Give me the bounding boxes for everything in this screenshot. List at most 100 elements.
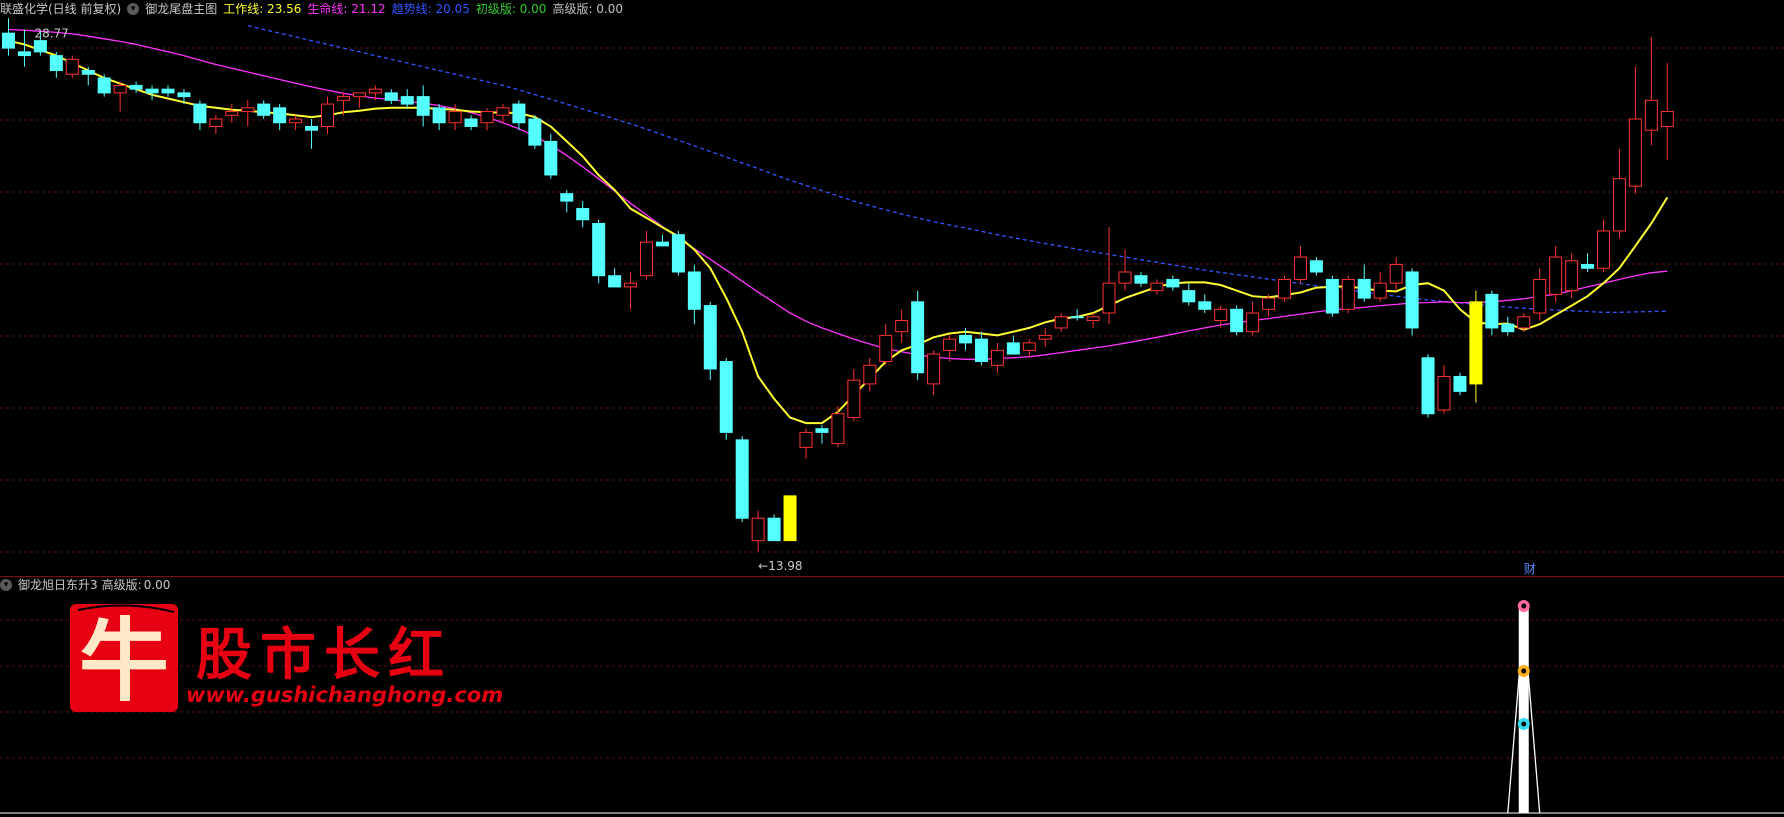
candle-body (17, 51, 31, 57)
candle (799, 428, 813, 459)
candle-body (544, 140, 558, 176)
candle (911, 290, 925, 381)
candle-body (640, 241, 653, 277)
candle-body (464, 118, 478, 127)
candle-body (911, 301, 925, 374)
candle (432, 104, 446, 131)
candle-body (735, 439, 749, 519)
candle-body (719, 361, 733, 433)
candle-body (1182, 290, 1196, 303)
annotation-1: ←13.98 (758, 559, 802, 573)
candle-body (113, 84, 127, 94)
candle (1437, 365, 1451, 414)
candle (400, 89, 414, 108)
candle-body (751, 517, 765, 542)
candle-body (895, 319, 909, 333)
candle-body (273, 107, 287, 124)
candle (783, 495, 797, 542)
candle (576, 201, 590, 228)
candle-body (1070, 316, 1084, 319)
candle (241, 100, 255, 127)
candle-body (1198, 301, 1212, 310)
candle-body (416, 96, 430, 116)
candle-body (1357, 278, 1371, 299)
candle-body (863, 364, 877, 385)
candle-body (1501, 323, 1515, 333)
candle (1134, 271, 1148, 287)
candle (1485, 290, 1499, 336)
candle-body (1054, 316, 1068, 329)
candle (927, 350, 941, 396)
candle-body (512, 103, 526, 124)
candle-body (560, 193, 574, 202)
candle (815, 424, 829, 444)
candle-body (1533, 278, 1547, 314)
candle (352, 92, 366, 108)
candle (544, 133, 558, 179)
candle (1246, 301, 1260, 336)
candle-body (177, 92, 191, 98)
candle-body (289, 118, 303, 124)
candle-body (65, 58, 79, 75)
candle (289, 115, 303, 131)
candle (1150, 279, 1164, 295)
candle-body (1485, 293, 1499, 329)
candle-body (1549, 256, 1563, 295)
candle-body (480, 111, 494, 124)
candle-body (209, 118, 223, 127)
candle (990, 342, 1004, 373)
candle (1309, 257, 1323, 276)
candle-body (368, 88, 382, 94)
candle-body (703, 305, 717, 370)
candle-body (943, 338, 957, 351)
candle-body (831, 413, 845, 445)
candle (464, 115, 478, 131)
candle-body (879, 334, 893, 363)
candle-body (97, 77, 111, 94)
candle (1549, 245, 1563, 302)
candle (751, 510, 765, 552)
candle (161, 85, 175, 97)
candle (97, 74, 111, 97)
candle-body (576, 208, 590, 221)
ma-line-工作线 (8, 39, 1669, 425)
candle (193, 100, 207, 131)
candle (1006, 335, 1020, 355)
bull-logo: 牛 (70, 604, 178, 714)
candle-body (1581, 264, 1595, 269)
candle-body (1373, 282, 1387, 299)
candle-body (1086, 316, 1100, 321)
candle-body (1038, 334, 1052, 340)
annotation-2: 财 (1524, 562, 1536, 576)
candle-body (1006, 342, 1020, 355)
candle-body (81, 70, 95, 75)
candle-body (592, 222, 606, 277)
candle (305, 119, 319, 149)
main-candle-chart: 28.77 ←13.98 财 (0, 18, 1784, 576)
candle-body (671, 234, 685, 273)
candle (1357, 264, 1371, 302)
candle (1038, 327, 1052, 347)
candle (1597, 219, 1610, 272)
candle-body (1118, 271, 1132, 284)
candle (687, 264, 701, 325)
candle-body (321, 103, 334, 127)
candle-body (783, 495, 797, 542)
candle-body (1660, 111, 1674, 127)
candle (209, 115, 223, 134)
annotation-0: 28.77 (34, 26, 68, 40)
candle-body (352, 92, 366, 98)
candle (1660, 63, 1674, 161)
pink-flower-dot (1521, 603, 1527, 609)
candle (847, 368, 861, 422)
candle (1198, 294, 1212, 314)
candle (1278, 275, 1291, 302)
candle (480, 107, 494, 131)
candle (1182, 283, 1196, 306)
candle-body (145, 88, 159, 94)
candle (1262, 294, 1276, 317)
candle (1644, 36, 1658, 146)
candle-body (1517, 316, 1531, 329)
candle-body (241, 107, 255, 113)
candle-body (2, 32, 15, 49)
